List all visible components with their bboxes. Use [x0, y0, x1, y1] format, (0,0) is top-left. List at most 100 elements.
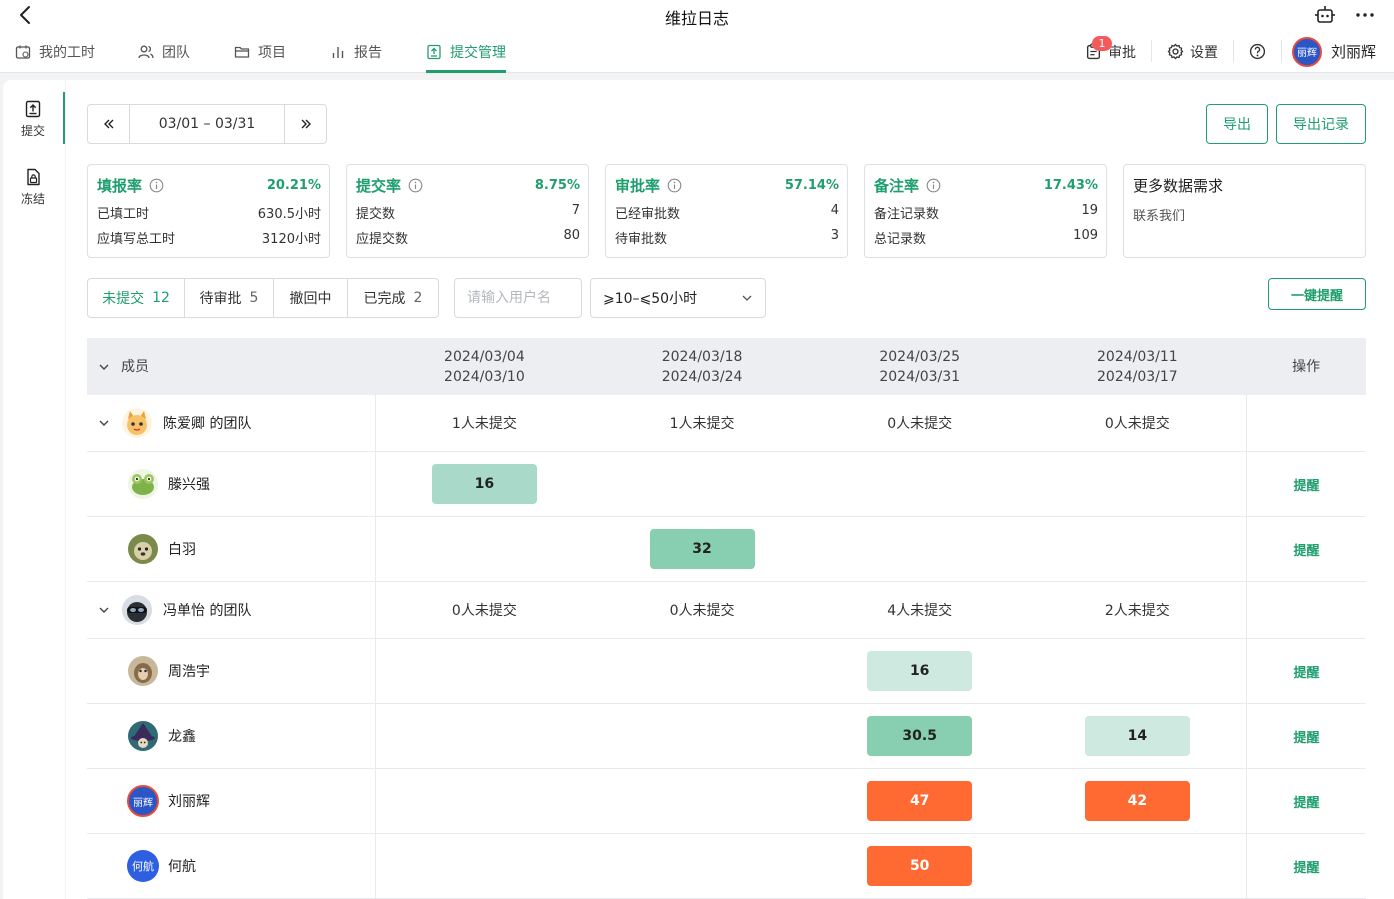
filter-count: 12 — [152, 290, 170, 306]
remind-link[interactable]: 提醒 — [1294, 540, 1320, 559]
approval-button[interactable]: 审批 — [1085, 30, 1136, 73]
rail-item-freeze[interactable]: 冻结 — [3, 168, 63, 207]
member-avatar: 丽辉 — [127, 785, 159, 817]
hours-chip[interactable]: 50 — [867, 846, 973, 886]
fill-rate-card: 填报率 20.21% 已填工时 630.5小时 应填写总工时 3120小时 — [87, 164, 330, 258]
tab-my-hours[interactable]: 我的工时 — [15, 30, 95, 73]
stat-title: 提交率 — [356, 176, 402, 195]
help-button[interactable] — [1249, 30, 1266, 73]
stat-label: 待审批数 — [615, 232, 668, 247]
member-avatar: 何航 — [127, 850, 159, 882]
settings-button[interactable]: 设置 — [1167, 30, 1218, 73]
remind-link[interactable]: 提醒 — [1294, 662, 1320, 681]
submit-rate-card: 提交率 8.75% 提交数 7 应提交数 80 — [346, 164, 589, 258]
remind-link[interactable]: 提醒 — [1294, 475, 1320, 494]
rail-item-submit[interactable]: 提交 — [3, 100, 63, 139]
user-menu[interactable]: 丽辉 刘丽辉 — [1292, 30, 1376, 73]
chevron-down-icon[interactable] — [97, 416, 111, 430]
hours-range-select[interactable]: ⩾10–⩽50小时 — [590, 278, 766, 318]
week-column-header: 2024/03/04 2024/03/10 — [376, 338, 594, 395]
hours-chip[interactable]: 47 — [867, 781, 973, 821]
remind-all-button[interactable]: 一键提醒 — [1268, 278, 1366, 310]
collapse-all-chevron-icon[interactable] — [97, 360, 111, 374]
previous-range-button[interactable] — [88, 105, 130, 143]
hours-cell — [376, 517, 594, 581]
pending-count-cell: 1人未提交 — [451, 416, 517, 432]
member-avatar — [128, 721, 158, 751]
member-cell: 滕兴强 — [87, 452, 376, 516]
member-header-label: 成员 — [121, 358, 149, 375]
robot-icon[interactable] — [1313, 4, 1337, 26]
tab-team[interactable]: 团队 — [138, 30, 190, 73]
info-icon[interactable] — [667, 178, 682, 193]
lock-doc-icon — [27, 168, 40, 186]
export-log-button[interactable]: 导出记录 — [1276, 104, 1366, 144]
rail-label: 冻结 — [20, 192, 45, 206]
title-bar: 维拉日志 — [0, 0, 1394, 30]
tab-report[interactable]: 报告 — [330, 30, 382, 73]
action-cell: 提醒 — [1246, 517, 1366, 581]
remind-link[interactable]: 提醒 — [1294, 857, 1320, 876]
remind-link[interactable]: 提醒 — [1294, 727, 1320, 746]
approval-count-badge: 1 — [1092, 36, 1112, 51]
filter-completed[interactable]: 已完成 2 — [348, 279, 438, 317]
remind-link[interactable]: 提醒 — [1294, 792, 1320, 811]
username-search-input[interactable] — [454, 278, 582, 318]
hours-chip[interactable]: 14 — [1084, 716, 1190, 756]
week-start: 2024/03/18 — [661, 348, 743, 365]
tab-project[interactable]: 项目 — [234, 30, 286, 73]
hours-cell: 32 — [593, 517, 811, 581]
info-icon[interactable] — [926, 178, 941, 193]
stat-label: 应提交数 — [356, 232, 409, 247]
filter-pending-approval[interactable]: 待审批 5 — [185, 279, 274, 317]
stat-value: 19 — [1081, 203, 1098, 218]
gear-icon — [1167, 43, 1184, 60]
filter-unsubmitted[interactable]: 未提交 12 — [88, 279, 185, 317]
member-row: 周浩宇 16 提醒 — [87, 639, 1366, 704]
hours-cell — [593, 704, 811, 768]
date-range-text[interactable]: 03/01 – 03/31 — [130, 105, 284, 143]
tab-label: 项目 — [258, 44, 286, 61]
next-range-button[interactable] — [284, 105, 326, 143]
hours-chip[interactable]: 30.5 — [867, 716, 973, 756]
member-cell: 周浩宇 — [87, 639, 376, 703]
side-rail: 提交 冻结 — [3, 80, 65, 899]
stat-value: 3120小时 — [261, 232, 321, 247]
chevron-down-icon[interactable] — [97, 603, 111, 617]
more-icon[interactable] — [1352, 4, 1378, 26]
filter-withdrawing[interactable]: 撤回中 — [274, 279, 348, 317]
stat-title: 审批率 — [615, 176, 661, 195]
stat-title: 填报率 — [97, 176, 143, 195]
action-cell: 提醒 — [1246, 834, 1366, 898]
action-column-header: 操作 — [1292, 358, 1321, 375]
info-icon[interactable] — [149, 178, 164, 193]
status-filter-group: 未提交 12 待审批 5 撤回中 已完成 2 — [87, 278, 439, 318]
info-icon[interactable] — [408, 178, 423, 193]
week-column-header: 2024/03/25 2024/03/31 — [811, 338, 1029, 395]
team-name: 陈爱卿 的团队 — [163, 416, 252, 432]
member-cell: 丽辉 刘丽辉 — [87, 769, 376, 833]
action-cell: 提醒 — [1246, 639, 1366, 703]
hours-chip[interactable]: 32 — [649, 529, 755, 569]
tab-submit-management[interactable]: 提交管理 — [426, 30, 506, 73]
member-row: 丽辉 刘丽辉 47 42 提醒 — [87, 769, 1366, 834]
week-end: 2024/03/10 — [444, 368, 525, 385]
contact-us-link[interactable]: 联系我们 — [1133, 205, 1357, 224]
rail-label: 提交 — [20, 124, 45, 138]
filter-label: 未提交 — [102, 291, 145, 307]
hours-cell: 14 — [1029, 704, 1247, 768]
tab-label: 报告 — [354, 44, 382, 61]
pending-count-cell: 0人未提交 — [887, 416, 953, 432]
help-icon — [1249, 43, 1266, 60]
filter-label: 撤回中 — [289, 291, 332, 307]
pending-count-cell: 0人未提交 — [669, 603, 735, 619]
hours-chip[interactable]: 42 — [1084, 781, 1190, 821]
export-button[interactable]: 导出 — [1206, 104, 1268, 144]
hours-chip[interactable]: 16 — [867, 651, 973, 691]
hours-chip[interactable]: 16 — [431, 464, 537, 504]
main-panel: 03/01 – 03/31 导出 导出记录 填报率 20.21% 已填工时 630… — [66, 80, 1394, 899]
week-end: 2024/03/31 — [879, 368, 961, 385]
stat-rate: 20.21% — [266, 177, 321, 193]
team-cell: 陈爱卿 的团队 — [87, 395, 376, 451]
stat-label: 备注记录数 — [874, 207, 940, 222]
